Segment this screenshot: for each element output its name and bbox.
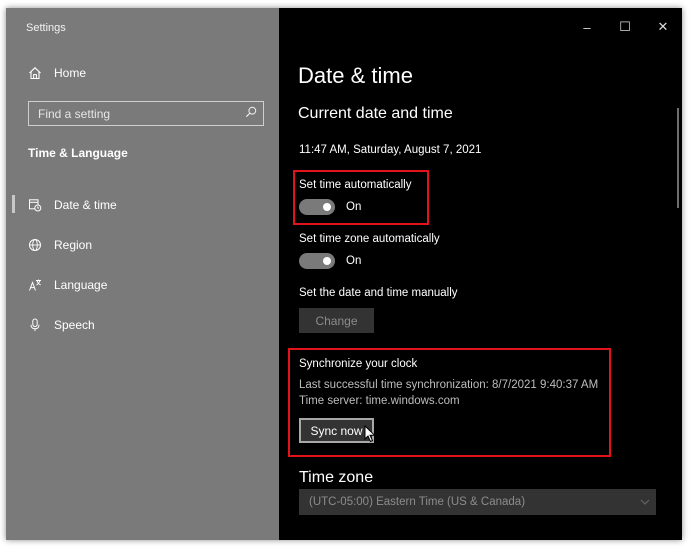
set-timezone-auto-state: On	[346, 255, 362, 267]
change-button[interactable]: Change	[299, 308, 374, 333]
manual-datetime-setting: Set the date and time manually Change	[299, 287, 458, 333]
globe-icon	[28, 238, 42, 252]
sidebar-item-label: Language	[54, 278, 108, 292]
sidebar-nav: Date & time Region Language Speech	[6, 185, 279, 345]
current-datetime: 11:47 AM, Saturday, August 7, 2021	[299, 144, 482, 156]
search-input[interactable]	[38, 106, 228, 121]
minimize-button[interactable]: –	[568, 14, 606, 40]
sidebar-item-language[interactable]: Language	[6, 265, 279, 305]
calendar-clock-icon	[28, 198, 42, 212]
maximize-button[interactable]: ☐	[606, 14, 644, 40]
set-timezone-automatically-setting: Set time zone automatically On	[299, 233, 440, 269]
app-title: Settings	[26, 22, 66, 34]
search-icon[interactable]	[245, 105, 257, 123]
sidebar-item-speech[interactable]: Speech	[6, 305, 279, 345]
close-button[interactable]: ✕	[644, 14, 682, 40]
time-zone-label: Time zone	[299, 469, 374, 486]
search-box[interactable]	[28, 101, 264, 126]
settings-window: Settings Home Time & Language Date & tim…	[6, 8, 682, 540]
page-title: Date & time	[298, 63, 413, 88]
highlight-box-set-time	[293, 170, 429, 225]
home-nav-item[interactable]: Home	[28, 66, 86, 80]
sidebar-item-label: Speech	[54, 318, 95, 332]
window-controls: – ☐ ✕	[568, 14, 682, 40]
section-heading: Time & Language	[28, 146, 128, 160]
sidebar-item-date-time[interactable]: Date & time	[6, 185, 279, 225]
time-zone-value: (UTC-05:00) Eastern Time (US & Canada)	[309, 496, 526, 508]
time-zone-select[interactable]: (UTC-05:00) Eastern Time (US & Canada)	[299, 489, 656, 515]
main-content: – ☐ ✕ Date & time Current date and time …	[279, 8, 682, 540]
chevron-down-icon	[640, 496, 650, 508]
set-timezone-auto-label: Set time zone automatically	[299, 233, 440, 245]
close-icon: ✕	[657, 19, 669, 34]
scrollbar[interactable]	[677, 108, 679, 208]
highlight-box-sync	[288, 348, 611, 457]
selection-indicator	[12, 195, 15, 213]
sidebar-item-label: Date & time	[54, 198, 117, 212]
microphone-icon	[28, 318, 42, 332]
toggle-knob	[323, 257, 331, 265]
sidebar-item-label: Region	[54, 238, 93, 252]
section-title: Current date and time	[298, 105, 453, 122]
sidebar-item-region[interactable]: Region	[6, 225, 279, 265]
sidebar: Settings Home Time & Language Date & tim…	[6, 8, 279, 540]
minimize-icon: –	[583, 19, 591, 35]
set-timezone-auto-toggle[interactable]	[299, 253, 335, 269]
home-icon	[28, 66, 42, 80]
maximize-icon: ☐	[619, 19, 631, 34]
home-label: Home	[54, 66, 87, 80]
manual-datetime-label: Set the date and time manually	[299, 287, 458, 299]
language-icon	[28, 278, 42, 292]
